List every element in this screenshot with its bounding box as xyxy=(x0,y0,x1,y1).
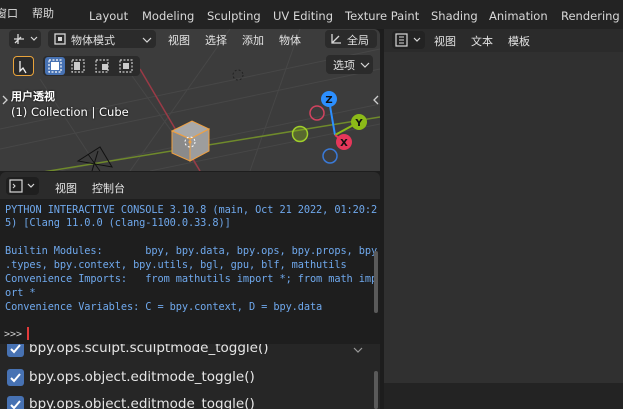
history-item-label: bpy.ops.sculpt.sculptmode_toggle() xyxy=(29,344,269,356)
tab-sculpting[interactable]: Sculpting xyxy=(207,9,261,23)
selection-mode-group xyxy=(43,56,140,76)
select-subtract-icon[interactable] xyxy=(93,57,113,75)
console-line: ort * xyxy=(5,287,36,299)
checkmark-icon xyxy=(10,373,21,383)
history-item-label: bpy.ops.object.editmode_toggle() xyxy=(29,396,255,409)
tab-animation[interactable]: Animation xyxy=(489,9,548,23)
operator-history-list: bpy.ops.sculpt.sculptmode_toggle() bpy.o… xyxy=(0,344,380,409)
tab-layout[interactable]: Layout xyxy=(89,9,128,23)
select-tool-button[interactable] xyxy=(13,56,34,76)
axes-editor-icon xyxy=(14,34,38,44)
checkbox[interactable] xyxy=(7,369,24,386)
select-new-icon[interactable] xyxy=(45,57,65,75)
text-menu-view[interactable]: 视图 xyxy=(434,33,456,49)
python-console[interactable]: 视图 控制台 PYTHON INTERACTIVE CONSOLE 3.10.8… xyxy=(0,172,380,344)
menu-window[interactable]: 窗口 xyxy=(0,5,18,21)
console-line: Convenience Variables: C = bpy.context, … xyxy=(5,301,323,313)
console-line: Convenience Imports: from mathutils impo… xyxy=(5,273,378,285)
neg-y-axis-handle xyxy=(291,125,309,143)
cursor-select-icon xyxy=(19,61,27,74)
text-caret xyxy=(27,327,29,340)
tab-uv-editing[interactable]: UV Editing xyxy=(273,9,333,23)
history-item-label: bpy.ops.object.editmode_toggle() xyxy=(29,369,255,385)
y-axis-label: Y xyxy=(354,118,363,129)
console-icon xyxy=(9,179,35,193)
top-bar: 窗口 帮助 Layout Modeling Sculpting UV Editi… xyxy=(0,0,623,29)
viewport-menu-select[interactable]: 选择 xyxy=(205,32,227,48)
collection-info: (1) Collection | Cube xyxy=(11,105,129,119)
select-extend-icon[interactable] xyxy=(69,57,89,75)
checkbox[interactable] xyxy=(7,396,24,409)
checkmark-icon xyxy=(10,400,21,409)
chevron-down-icon xyxy=(142,37,152,43)
tab-texture-paint[interactable]: Texture Paint xyxy=(345,9,419,23)
console-line: 5) [Clang 11.0.0 (clang-1100.0.33.8)] xyxy=(5,217,231,229)
global-label: 全局 xyxy=(347,34,369,47)
text-editor-footer xyxy=(384,383,623,409)
transform-orientation-dropdown[interactable]: 全局 xyxy=(325,30,377,48)
tab-shading[interactable]: Shading xyxy=(431,9,478,23)
checkmark-icon xyxy=(10,344,21,354)
toolbar-expand-icon[interactable] xyxy=(1,95,9,105)
console-menu-console[interactable]: 控制台 xyxy=(92,180,125,196)
cube-object xyxy=(170,120,211,162)
mode-label: 物体模式 xyxy=(71,34,115,47)
viewport-menu-object[interactable]: 物体 xyxy=(279,32,301,48)
console-editor-type-button[interactable] xyxy=(6,177,39,195)
viewport-3d[interactable]: 物体模式 视图 选择 添加 物体 全局 选项 用户透视 (1) Collecti… xyxy=(0,29,380,171)
orientation-icon xyxy=(331,34,341,44)
object-mode-icon xyxy=(54,33,66,45)
checkbox[interactable] xyxy=(7,344,24,357)
history-row[interactable]: bpy.ops.object.editmode_toggle() xyxy=(0,365,372,391)
text-editor-icon xyxy=(395,33,421,47)
text-menu-templates[interactable]: 模板 xyxy=(508,33,530,49)
mode-dropdown[interactable]: 物体模式 xyxy=(48,30,156,48)
tab-modeling[interactable]: Modeling xyxy=(142,9,194,23)
history-scrollbar[interactable] xyxy=(374,371,378,409)
text-editor-header: 视图 文本 模板 xyxy=(384,29,623,52)
history-row[interactable]: bpy.ops.sculpt.sculptmode_toggle() xyxy=(0,344,372,362)
chevron-down-icon[interactable] xyxy=(353,345,363,355)
history-row[interactable]: bpy.ops.object.editmode_toggle() xyxy=(0,392,372,409)
text-menu-text[interactable]: 文本 xyxy=(471,33,493,49)
editor-type-button[interactable] xyxy=(9,30,41,48)
chevron-down-icon xyxy=(360,62,370,68)
select-invert-icon[interactable] xyxy=(117,57,137,75)
console-scrollbar[interactable] xyxy=(374,251,378,313)
z-axis-label: Z xyxy=(325,95,332,106)
view-name: 用户透视 xyxy=(11,90,55,103)
neg-x-axis-handle xyxy=(309,105,325,121)
text-editor-body[interactable] xyxy=(384,52,623,383)
tab-rendering[interactable]: Rendering xyxy=(561,9,620,23)
navigation-gizmo[interactable]: Z Y X xyxy=(290,87,380,171)
console-header: 视图 控制台 xyxy=(0,172,380,199)
options-dropdown[interactable]: 选项 xyxy=(326,55,373,74)
text-editor-type-button[interactable] xyxy=(392,31,425,49)
console-line: Builtin Modules: bpy, bpy.data, bpy.ops,… xyxy=(5,245,378,257)
text-editor[interactable]: 视图 文本 模板 xyxy=(384,29,623,409)
viewport-menu-add[interactable]: 添加 xyxy=(242,32,264,48)
x-axis-label: X xyxy=(340,138,348,149)
menu-help[interactable]: 帮助 xyxy=(32,5,54,21)
console-line: .types, bpy.context, bpy.utils, bgl, gpu… xyxy=(5,259,347,271)
neg-z-axis-handle xyxy=(322,148,338,164)
options-label: 选项 xyxy=(333,59,355,72)
console-line: PYTHON INTERACTIVE CONSOLE 3.10.8 (main,… xyxy=(5,204,378,216)
camera-object xyxy=(76,146,113,171)
console-prompt: >>> xyxy=(4,329,23,340)
viewport-menu-view[interactable]: 视图 xyxy=(168,32,190,48)
console-menu-view[interactable]: 视图 xyxy=(55,180,77,196)
